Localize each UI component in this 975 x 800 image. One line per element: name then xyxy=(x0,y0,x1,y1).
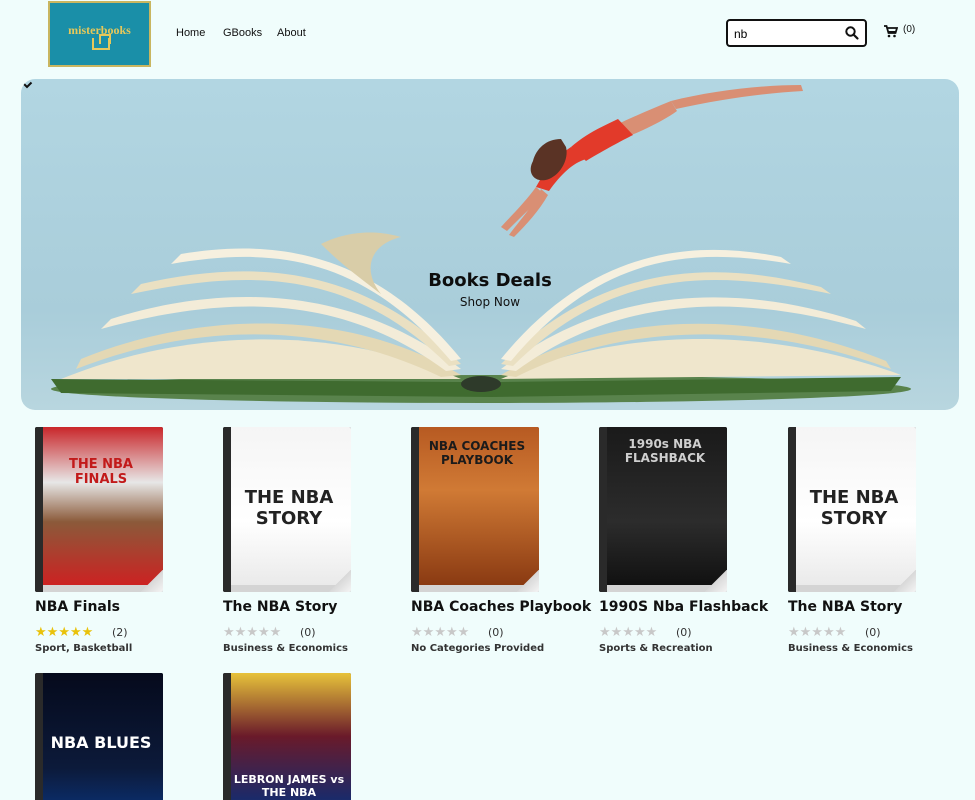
book-cover[interactable]: THE NBA STORY xyxy=(788,427,916,592)
star-icon: ★ xyxy=(269,625,282,640)
star-icon: ★ xyxy=(799,625,812,640)
cover-text: NBA COACHES PLAYBOOK xyxy=(428,439,526,467)
hero-illustration xyxy=(51,85,911,403)
book-spine xyxy=(35,427,43,592)
rating-stars: ★★★★★ xyxy=(411,625,469,640)
star-icon: ★ xyxy=(69,625,82,640)
book-category: Business & Economics xyxy=(788,643,913,654)
page-curl xyxy=(705,570,727,592)
cover-text: THE NBA FINALS xyxy=(68,457,133,487)
book-spine xyxy=(788,427,796,592)
search-icon xyxy=(845,26,859,40)
rating-count: (0) xyxy=(300,626,316,639)
book-cover[interactable]: NBA COACHES PLAYBOOK xyxy=(411,427,539,592)
star-icon: ★ xyxy=(645,625,658,640)
book-category: No Categories Provided xyxy=(411,643,545,654)
star-icon: ★ xyxy=(599,625,611,640)
star-icon: ★ xyxy=(223,625,235,640)
cover-text: 1990s NBA FLASHBACK xyxy=(624,437,706,465)
star-icon: ★ xyxy=(257,625,270,640)
cart-button[interactable] xyxy=(884,23,899,42)
book-title[interactable]: The NBA Story xyxy=(223,599,337,615)
book-category: Business & Economics xyxy=(223,643,348,654)
nav-home-link[interactable]: Home xyxy=(176,27,205,39)
nav-about-link[interactable]: About xyxy=(277,27,306,39)
star-icon: ★ xyxy=(610,625,623,640)
star-icon: ★ xyxy=(633,625,646,640)
book-cover[interactable]: THE NBA FINALS xyxy=(35,427,163,592)
page-curl xyxy=(894,570,916,592)
cover-text: LEBRON JAMES vs THE NBA xyxy=(233,773,345,799)
cover-text: NBA BLUES xyxy=(50,733,152,752)
rating-stars: ★★★★★ xyxy=(599,625,657,640)
book-title[interactable]: NBA Coaches Playbook xyxy=(411,599,591,615)
star-icon: ★ xyxy=(411,625,423,640)
star-icon: ★ xyxy=(246,625,258,640)
star-icon: ★ xyxy=(834,625,847,640)
chevron-down-icon[interactable] xyxy=(21,79,33,91)
rating-count: (0) xyxy=(488,626,504,639)
cart-count: (0) xyxy=(903,24,916,35)
rating-count: (0) xyxy=(676,626,692,639)
book-category: Sports & Recreation xyxy=(599,643,713,654)
book-title[interactable]: 1990S Nba Flashback xyxy=(599,599,768,615)
search-box xyxy=(726,19,867,47)
hero-title: Books Deals xyxy=(428,270,552,291)
page-curl xyxy=(329,570,351,592)
book-spine xyxy=(599,427,607,592)
rating-stars: ★★★★★ xyxy=(788,625,846,640)
book-category: Sport, Basketball xyxy=(35,643,133,654)
rating-stars: ★★★★★ xyxy=(223,625,281,640)
cover-art xyxy=(43,427,163,585)
page-curl xyxy=(141,570,163,592)
book-spine xyxy=(223,427,231,592)
logo-icon xyxy=(92,34,111,50)
book-title[interactable]: The NBA Story xyxy=(788,599,902,615)
book-cover[interactable]: LEBRON JAMES vs THE NBA xyxy=(223,673,351,800)
search-button[interactable] xyxy=(844,25,860,41)
star-icon: ★ xyxy=(811,625,823,640)
star-icon: ★ xyxy=(422,625,435,640)
book-cover[interactable]: NBA BLUES xyxy=(35,673,163,800)
star-icon: ★ xyxy=(234,625,247,640)
star-icon: ★ xyxy=(46,625,59,640)
cover-text: THE NBA STORY xyxy=(244,487,334,529)
star-icon: ★ xyxy=(445,625,458,640)
book-spine xyxy=(223,673,231,800)
star-icon: ★ xyxy=(35,625,47,640)
star-icon: ★ xyxy=(822,625,835,640)
star-icon: ★ xyxy=(434,625,446,640)
logo[interactable]: misterbooks xyxy=(48,1,151,67)
rating-count: (0) xyxy=(865,626,881,639)
cart-icon xyxy=(884,25,899,38)
rating-stars: ★★★★★ xyxy=(35,625,93,640)
book-cover[interactable]: 1990s NBA FLASHBACK xyxy=(599,427,727,592)
star-icon: ★ xyxy=(457,625,470,640)
book-cover[interactable]: THE NBA STORY xyxy=(223,427,351,592)
star-icon: ★ xyxy=(81,625,94,640)
book-title[interactable]: NBA Finals xyxy=(35,599,120,615)
hero-banner[interactable]: Books Deals Shop Now xyxy=(21,79,959,410)
star-icon: ★ xyxy=(622,625,634,640)
star-icon: ★ xyxy=(58,625,70,640)
star-icon: ★ xyxy=(788,625,800,640)
rating-count: (2) xyxy=(112,626,128,639)
nav-gbooks-link[interactable]: GBooks xyxy=(223,27,262,39)
page-curl xyxy=(517,570,539,592)
shop-now-link[interactable]: Shop Now xyxy=(21,295,959,309)
cover-text: THE NBA STORY xyxy=(809,487,899,529)
book-spine xyxy=(411,427,419,592)
search-input[interactable] xyxy=(734,26,842,42)
book-spine xyxy=(35,673,43,800)
